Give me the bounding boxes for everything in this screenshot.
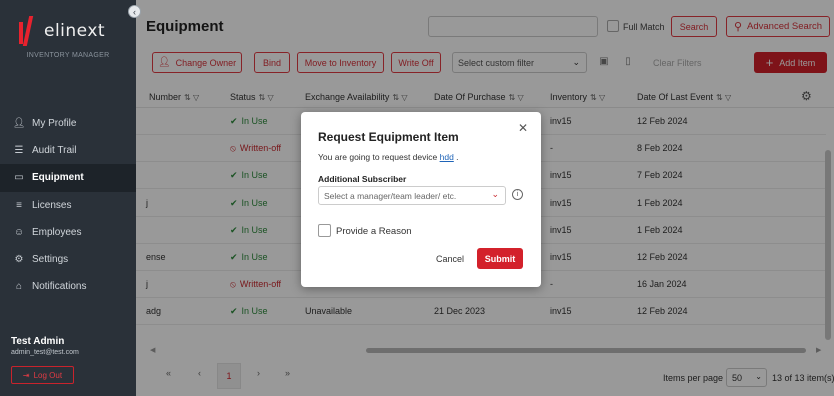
subscriber-label: Additional Subscriber [318,174,407,184]
sidebar-nav: 👤︎ My Profile ☰ Audit Trail ▭ Equipment … [0,110,136,300]
sidebar-item-label: Settings [32,254,69,266]
user-email: admin_test@test.com [11,349,79,356]
submit-label: Submit [484,253,516,264]
sidebar-item-equipment[interactable]: ▭ Equipment [0,164,136,192]
device-link[interactable]: hdd [440,152,454,162]
monitor-icon: ▭ [14,172,24,184]
user-name: Test Admin [11,336,65,347]
logout-button[interactable]: ⇥ Log Out [11,366,74,384]
chevron-left-icon: ‹ [133,7,136,17]
description-prefix: You are going to request device [318,152,440,162]
chevron-down-icon: ⌄ [491,189,499,199]
provide-reason-label[interactable]: Provide a Reason [336,226,412,237]
current-user: Test Admin admin_test@test.com [11,336,79,356]
sidebar-item-settings[interactable]: ⚙ Settings [0,246,136,273]
logout-icon: ⇥ [22,370,30,380]
cancel-button[interactable]: Cancel [436,254,464,264]
logout-label: Log Out [33,370,63,380]
sidebar-item-label: Equipment [32,172,84,184]
provide-reason-checkbox[interactable] [318,224,331,237]
logo-mark-icon [18,16,36,46]
subscriber-placeholder: Select a manager/team leader/ etc. [324,190,457,201]
sidebar-item-my-profile[interactable]: 👤︎ My Profile [0,110,136,137]
modal-description: You are going to request device hdd . [318,152,459,162]
sidebar-item-audit-trail[interactable]: ☰ Audit Trail [0,137,136,164]
sidebar-item-label: Audit Trail [32,145,77,157]
brand-subtitle: INVENTORY MANAGER [26,52,110,59]
collapse-sidebar-button[interactable]: ‹ [128,5,141,18]
sidebar: elinext INVENTORY MANAGER 👤︎ My Profile … [0,0,136,396]
sidebar-item-label: Employees [32,226,82,238]
people-icon: ☺ [13,226,25,238]
sidebar-item-employees[interactable]: ☺ Employees [0,219,136,246]
subscriber-select[interactable]: Select a manager/team leader/ etc. ⌄ [318,186,506,205]
sidebar-item-label: Notifications [32,281,87,293]
sidebar-item-licenses[interactable]: ≡ Licenses [0,192,136,219]
bell-icon: ⌂ [15,281,23,293]
submit-button[interactable]: Submit [477,248,523,269]
sidebar-item-notifications[interactable]: ⌂ Notifications [0,273,136,300]
sidebar-item-label: Licenses [32,199,72,211]
brand-name: elinext [44,21,106,41]
gear-icon: ⚙ [14,254,24,266]
document-icon: ☰ [14,145,24,157]
description-suffix: . [453,152,459,162]
modal-title: Request Equipment Item [318,130,459,144]
user-icon: 👤︎ [12,118,26,130]
brand-logo[interactable]: elinext [18,16,105,46]
sidebar-item-label: My Profile [32,118,77,130]
info-icon[interactable]: i [512,189,523,200]
close-icon[interactable]: ✕ [518,121,528,135]
list-icon: ≡ [16,199,22,211]
request-equipment-modal: Request Equipment Item ✕ You are going t… [301,112,541,287]
